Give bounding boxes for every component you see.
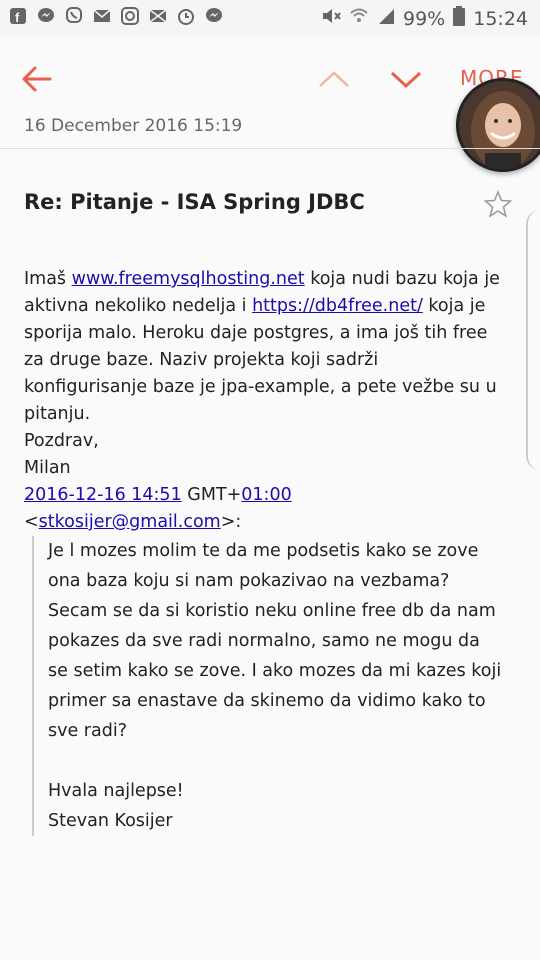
next-email-button[interactable]	[389, 64, 423, 94]
link-freemysqlhosting[interactable]: www.freemysqlhosting.net	[72, 269, 305, 289]
system-status: 99% 15:24	[321, 6, 528, 31]
email-body: Imaš www.freemysqlhosting.net koja nudi …	[24, 266, 504, 836]
quote-email-link[interactable]: stkosijer@gmail.com	[39, 512, 221, 532]
back-button[interactable]	[20, 62, 54, 96]
quoted-text: Je l mozes molim te da me podsetis kako …	[48, 541, 502, 741]
battery-icon	[453, 6, 466, 31]
wifi-icon	[349, 7, 369, 30]
chevron-up-icon	[319, 71, 349, 87]
star-button[interactable]	[483, 190, 513, 218]
email-date: 16 December 2016 15:19	[24, 116, 243, 136]
chevron-down-icon	[390, 71, 422, 89]
quoted-message: Je l mozes molim te da me podsetis kako …	[32, 536, 504, 836]
facebook-icon: f	[8, 6, 28, 26]
email-subject: Re: Pitanje - ISA Spring JDBC	[24, 190, 365, 214]
link-db4free[interactable]: https://db4free.net/	[252, 296, 423, 316]
alarm-icon	[176, 6, 196, 26]
signal-icon	[377, 7, 395, 30]
quote-header: 2016-12-16 14:51 GMT+01:00 <stkosijer@gma…	[24, 485, 292, 532]
quote-date-link[interactable]: 2016-12-16 14:51	[24, 485, 182, 505]
messenger-icon	[204, 6, 224, 26]
quote-gmt-link[interactable]: 01:00	[241, 485, 291, 505]
viber-icon	[64, 6, 84, 26]
mail-icon	[148, 6, 168, 26]
svg-text:f: f	[15, 10, 20, 25]
body-paragraph: Imaš www.freemysqlhosting.net koja nudi …	[24, 269, 500, 424]
header-divider	[0, 148, 540, 149]
quoted-thanks: Hvala najlepse!	[48, 781, 184, 801]
back-arrow-icon	[22, 66, 52, 92]
mute-icon	[321, 7, 341, 30]
signature-name: Milan	[24, 458, 71, 478]
signoff: Pozdrav,	[24, 431, 99, 451]
instagram-icon	[120, 6, 140, 26]
battery-percent: 99%	[403, 7, 446, 30]
avatar	[456, 78, 540, 172]
notification-icons: f	[8, 6, 224, 26]
previous-email-button[interactable]	[317, 64, 351, 94]
email-icon	[92, 6, 112, 26]
star-icon	[483, 190, 513, 218]
messenger-icon	[36, 6, 56, 26]
status-bar: f 99% 15:24	[0, 0, 540, 36]
quoted-sender: Stevan Kosijer	[48, 811, 173, 831]
scroll-handle[interactable]	[526, 210, 540, 470]
clock: 15:24	[473, 7, 528, 30]
